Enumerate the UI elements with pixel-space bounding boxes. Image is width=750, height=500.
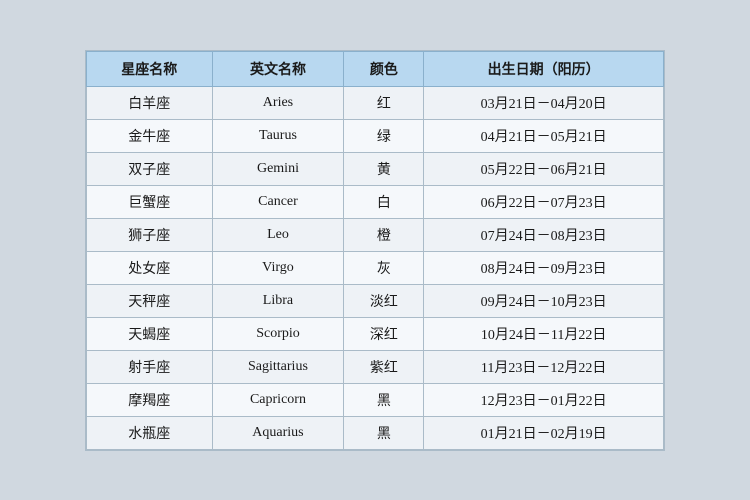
col-header-birthday: 出生日期（阳历） <box>424 51 664 86</box>
table-cell: Leo <box>212 218 344 251</box>
table-row: 水瓶座Aquarius黑01月21日－02月19日 <box>87 416 664 449</box>
table-cell: 处女座 <box>87 251 213 284</box>
table-cell: 黑 <box>344 416 424 449</box>
table-row: 射手座Sagittarius紫红11月23日－12月22日 <box>87 350 664 383</box>
table-cell: 黑 <box>344 383 424 416</box>
table-cell: 水瓶座 <box>87 416 213 449</box>
table-cell: 07月24日－08月23日 <box>424 218 664 251</box>
table-cell: 12月23日－01月22日 <box>424 383 664 416</box>
table-row: 天蝎座Scorpio深红10月24日－11月22日 <box>87 317 664 350</box>
table-cell: 01月21日－02月19日 <box>424 416 664 449</box>
table-body: 白羊座Aries红03月21日－04月20日金牛座Taurus绿04月21日－0… <box>87 86 664 449</box>
table-row: 双子座Gemini黄05月22日－06月21日 <box>87 152 664 185</box>
table-cell: Virgo <box>212 251 344 284</box>
table-row: 狮子座Leo橙07月24日－08月23日 <box>87 218 664 251</box>
table-row: 摩羯座Capricorn黑12月23日－01月22日 <box>87 383 664 416</box>
table-cell: 双子座 <box>87 152 213 185</box>
table-row: 巨蟹座Cancer白06月22日－07月23日 <box>87 185 664 218</box>
table-cell: 黄 <box>344 152 424 185</box>
table-cell: 紫红 <box>344 350 424 383</box>
table-cell: 白 <box>344 185 424 218</box>
col-header-chinese-name: 星座名称 <box>87 51 213 86</box>
table-cell: 03月21日－04月20日 <box>424 86 664 119</box>
table-cell: 05月22日－06月21日 <box>424 152 664 185</box>
table-cell: 深红 <box>344 317 424 350</box>
zodiac-table: 星座名称 英文名称 颜色 出生日期（阳历） 白羊座Aries红03月21日－04… <box>86 51 664 450</box>
col-header-english-name: 英文名称 <box>212 51 344 86</box>
table-cell: 红 <box>344 86 424 119</box>
table-cell: 11月23日－12月22日 <box>424 350 664 383</box>
table-cell: 04月21日－05月21日 <box>424 119 664 152</box>
table-cell: 橙 <box>344 218 424 251</box>
table-cell: Sagittarius <box>212 350 344 383</box>
zodiac-table-container: 星座名称 英文名称 颜色 出生日期（阳历） 白羊座Aries红03月21日－04… <box>85 50 665 451</box>
table-row: 天秤座Libra淡红09月24日－10月23日 <box>87 284 664 317</box>
table-cell: 08月24日－09月23日 <box>424 251 664 284</box>
table-cell: 06月22日－07月23日 <box>424 185 664 218</box>
table-row: 处女座Virgo灰08月24日－09月23日 <box>87 251 664 284</box>
table-cell: 射手座 <box>87 350 213 383</box>
table-cell: 天蝎座 <box>87 317 213 350</box>
col-header-color: 颜色 <box>344 51 424 86</box>
table-cell: Scorpio <box>212 317 344 350</box>
table-cell: 金牛座 <box>87 119 213 152</box>
table-cell: 绿 <box>344 119 424 152</box>
table-cell: 天秤座 <box>87 284 213 317</box>
table-row: 白羊座Aries红03月21日－04月20日 <box>87 86 664 119</box>
table-cell: 灰 <box>344 251 424 284</box>
table-header-row: 星座名称 英文名称 颜色 出生日期（阳历） <box>87 51 664 86</box>
table-cell: Taurus <box>212 119 344 152</box>
table-cell: Aries <box>212 86 344 119</box>
table-cell: 10月24日－11月22日 <box>424 317 664 350</box>
table-cell: 淡红 <box>344 284 424 317</box>
table-cell: Capricorn <box>212 383 344 416</box>
table-cell: Cancer <box>212 185 344 218</box>
table-cell: 狮子座 <box>87 218 213 251</box>
table-cell: 09月24日－10月23日 <box>424 284 664 317</box>
table-cell: 摩羯座 <box>87 383 213 416</box>
table-cell: Libra <box>212 284 344 317</box>
table-cell: 白羊座 <box>87 86 213 119</box>
table-cell: Gemini <box>212 152 344 185</box>
table-cell: 巨蟹座 <box>87 185 213 218</box>
table-row: 金牛座Taurus绿04月21日－05月21日 <box>87 119 664 152</box>
table-cell: Aquarius <box>212 416 344 449</box>
